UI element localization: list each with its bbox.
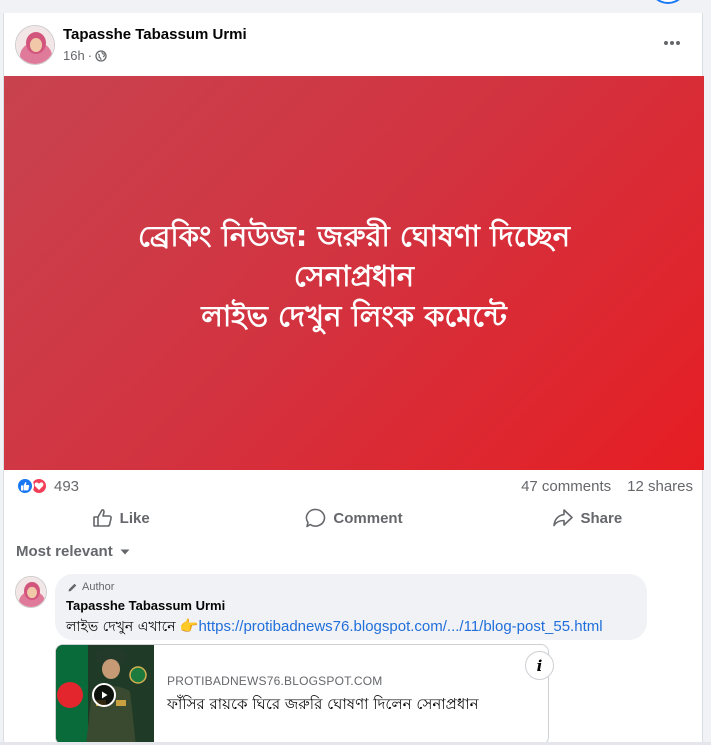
banner-line-1: ব্রেকিং নিউজ: জরুরী ঘোষণা দিচ্ছেন: [138, 218, 570, 253]
comment-label: Comment: [333, 509, 403, 527]
link-preview-card[interactable]: PROTIBADNEWS76.BLOGSPOT.COM ফাঁসির রায়ক…: [55, 644, 549, 745]
like-reaction-icon: [16, 477, 34, 495]
link-domain: PROTIBADNEWS76.BLOGSPOT.COM: [167, 674, 383, 688]
post-meta: 16h ·: [63, 48, 107, 63]
pointing-hand-emoji: 👉: [179, 618, 199, 635]
reaction-count: 493: [54, 477, 80, 495]
more-options-button[interactable]: [654, 29, 690, 57]
author-avatar[interactable]: [15, 25, 55, 65]
author-badge: Author: [67, 581, 114, 593]
comment-bubble: Author Tapasshe Tabassum Urmi লাইভ দেখুন…: [55, 574, 647, 640]
comment-bubble-icon: [306, 508, 326, 528]
sort-label: Most relevant: [16, 543, 113, 560]
page-top-edge: [0, 0, 711, 13]
banner-text: ব্রেকিং নিউজ: জরুরী ঘোষণা দিচ্ছেন সেনাপ্…: [138, 211, 570, 336]
caret-down-icon: [120, 549, 130, 554]
link-headline[interactable]: ফাঁসির রায়কে ঘিরে জরুরি ঘোষণা দিলেন সেন…: [167, 693, 479, 718]
thumbs-up-icon: [92, 509, 112, 527]
comments-count[interactable]: 47 comments: [521, 478, 611, 495]
banner-line-3: লাইভ দেখুন লিংক কমেন্টে: [201, 298, 507, 333]
post-banner[interactable]: ব্রেকিং নিউজ: জরুরী ঘোষণা দিচ্ছেন সেনাপ্…: [4, 76, 704, 470]
post-stats: 493 47 comments 12 shares: [4, 473, 704, 501]
more-dots-icon: [664, 41, 680, 45]
globe-icon: [95, 49, 107, 62]
comment-text: লাইভ দেখুন এখানে 👉https://protibadnews76…: [66, 615, 603, 639]
info-icon[interactable]: i: [525, 651, 554, 680]
like-button[interactable]: Like: [4, 503, 237, 533]
reactions-summary[interactable]: 493: [16, 477, 79, 495]
play-video-icon[interactable]: [92, 683, 116, 707]
banner-line-2: সেনাপ্রধান: [293, 258, 415, 293]
comment-link[interactable]: https://protibadnews76.blogspot.com/.../…: [198, 618, 602, 635]
post-actions: Like Comment Share: [4, 503, 704, 533]
author-name[interactable]: Tapasshe Tabassum Urmi: [63, 26, 247, 43]
meta-separator: ·: [87, 48, 93, 63]
link-thumbnail: [56, 645, 154, 744]
shares-count[interactable]: 12 shares: [627, 478, 693, 495]
comment-button[interactable]: Comment: [237, 503, 470, 533]
share-arrow-icon: [553, 509, 574, 527]
comment-body: লাইভ দেখুন এখানে: [66, 619, 176, 635]
engagement-counts: 47 comments 12 shares: [521, 478, 693, 495]
feed-post: Tapasshe Tabassum Urmi 16h · ব্রেকিং নিউ…: [3, 13, 704, 745]
post-time[interactable]: 16h: [63, 48, 85, 63]
commenter-avatar[interactable]: [15, 576, 47, 608]
pencil-icon: [68, 583, 77, 591]
share-label: Share: [580, 509, 623, 527]
commenter-name[interactable]: Tapasshe Tabassum Urmi: [66, 598, 225, 613]
author-badge-label: Author: [82, 581, 115, 593]
comment-sort-dropdown[interactable]: Most relevant: [16, 543, 131, 560]
like-label: Like: [119, 509, 150, 527]
share-button[interactable]: Share: [471, 503, 704, 533]
